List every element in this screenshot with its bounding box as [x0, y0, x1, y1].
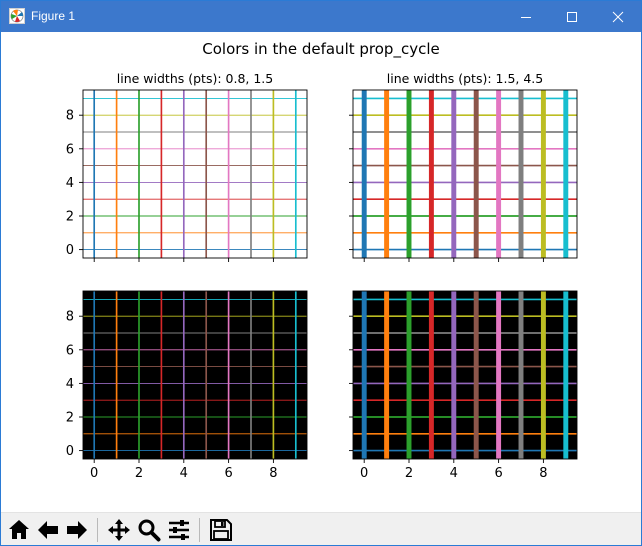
figure-suptitle: Colors in the default prop_cycle	[202, 40, 439, 59]
x-tick-label: 4	[450, 466, 458, 481]
x-tick-label: 2	[135, 466, 143, 481]
toolbar-separator	[97, 518, 98, 542]
navigation-toolbar	[1, 512, 641, 545]
minimize-icon	[521, 16, 531, 18]
y-tick-label: 0	[66, 243, 74, 258]
magnifier-icon	[138, 519, 161, 542]
y-tick-label: 6	[66, 142, 74, 157]
floppy-disk-icon	[210, 519, 232, 541]
move-icon	[108, 519, 130, 541]
title-bar[interactable]: Figure 1	[1, 1, 641, 32]
y-tick-label: 2	[66, 411, 74, 426]
figure-svg: Colors in the default prop_cycle 0 2 4 6 8 li…	[66, 40, 578, 481]
x-tick-label: 8	[269, 466, 277, 481]
x-tick-label: 0	[360, 466, 368, 481]
configure-subplots-button[interactable]	[165, 516, 193, 544]
x-tick-label: 6	[494, 466, 502, 481]
close-icon	[612, 11, 624, 22]
y-tick-label: 6	[66, 343, 74, 358]
axes-top-right: line widths (pts): 1.5, 4.5	[349, 71, 578, 262]
home-icon	[9, 520, 29, 539]
arrow-left-icon	[38, 521, 58, 539]
matplotlib-figure-icon	[9, 8, 25, 24]
pan-button[interactable]	[105, 516, 133, 544]
window-title: Figure 1	[31, 9, 76, 23]
maximize-button[interactable]	[549, 1, 595, 32]
maximize-icon	[567, 11, 577, 22]
y-tick-label: 8	[66, 109, 74, 124]
figure-canvas[interactable]: Colors in the default prop_cycle 0 2 4 6 8 li…	[1, 32, 641, 512]
zoom-button[interactable]	[135, 516, 163, 544]
arrow-right-icon	[67, 521, 87, 539]
y-tick-label: 2	[66, 210, 74, 225]
x-tick-label: 6	[224, 466, 232, 481]
save-button[interactable]	[207, 516, 235, 544]
back-button[interactable]	[34, 516, 62, 544]
x-tick-label: 0	[90, 466, 98, 481]
axes-bottom-right: 0 2 4 6 8	[349, 290, 578, 481]
y-tick-label: 4	[66, 377, 74, 392]
axes-title: line widths (pts): 0.8, 1.5	[117, 71, 273, 86]
close-button[interactable]	[595, 1, 641, 32]
x-tick-label: 8	[539, 466, 547, 481]
figure-window: Figure 1 Colors in the default prop_cycl…	[0, 0, 642, 546]
axes-top-left: 0 2 4 6 8 line widths (pts): 0.8, 1.5	[66, 71, 308, 262]
minimize-button[interactable]	[503, 1, 549, 32]
x-tick-label: 4	[180, 466, 188, 481]
y-tick-label: 4	[66, 176, 74, 191]
axes-title: line widths (pts): 1.5, 4.5	[387, 71, 543, 86]
home-button[interactable]	[5, 516, 33, 544]
toolbar-separator	[199, 518, 200, 542]
y-tick-label: 8	[66, 310, 74, 325]
forward-button[interactable]	[63, 516, 91, 544]
y-tick-label: 0	[66, 444, 74, 459]
axes-bottom-left: 0 2 4 6 8 0 2 4 6 8	[66, 290, 308, 481]
x-tick-label: 2	[405, 466, 413, 481]
sliders-icon	[169, 520, 189, 540]
